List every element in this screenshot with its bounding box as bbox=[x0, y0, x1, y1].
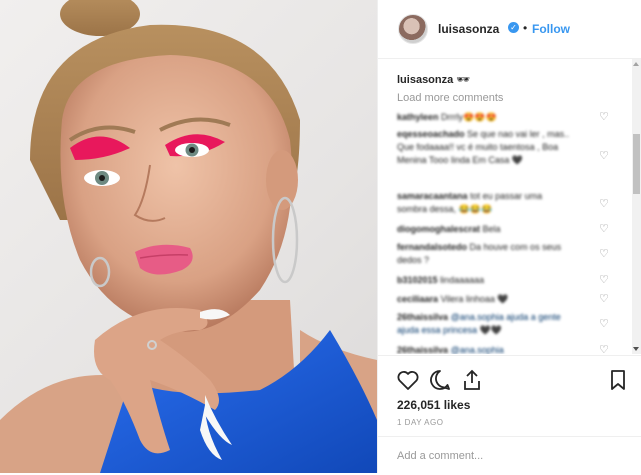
comments-scrollbar[interactable] bbox=[632, 59, 641, 354]
comment-username[interactable]: 26thaissilva bbox=[397, 345, 448, 354]
comment-text: @ana.sophia bbox=[450, 345, 504, 354]
separator-dot: • bbox=[523, 21, 528, 35]
comment-text: Bela bbox=[482, 224, 501, 234]
share-icon[interactable] bbox=[460, 368, 484, 392]
comment-like-heart-icon[interactable]: ♡ bbox=[599, 294, 609, 305]
comment-item: diogomoghalescrat Bela bbox=[397, 223, 597, 236]
comment-item: 26thaissilva @ana.sophia bbox=[397, 344, 597, 354]
add-comment-bar bbox=[378, 436, 641, 475]
comment-username[interactable]: 26thaissilva bbox=[397, 312, 448, 322]
sunglasses-emoji-icon: 🕶 bbox=[456, 74, 471, 86]
comment-item: kathyleen Drrrly😍😍😍 bbox=[397, 111, 597, 124]
username-link[interactable]: luisasonza bbox=[438, 22, 499, 36]
comment-like-heart-icon[interactable]: ♡ bbox=[599, 249, 609, 260]
comment-item: 26thaissilva @ana.sophia ajuda a gente a… bbox=[397, 311, 577, 337]
comment-item: fernandalsotedo Da houve com os seus ded… bbox=[397, 241, 577, 267]
scroll-thumb[interactable] bbox=[633, 134, 640, 194]
caption-username[interactable]: luisasonza bbox=[397, 74, 453, 86]
add-comment-input[interactable] bbox=[397, 447, 617, 465]
comment-username[interactable]: diogomoghalescrat bbox=[397, 224, 480, 234]
verified-badge-icon: ✓ bbox=[508, 22, 519, 33]
heart-icon[interactable] bbox=[396, 368, 420, 392]
scroll-down-arrow-icon[interactable] bbox=[633, 347, 639, 351]
comment-item: eqesseoachado Se que nao vai ler , mas..… bbox=[397, 128, 587, 167]
avatar[interactable] bbox=[398, 14, 428, 44]
post-timestamp: 1 DAY AGO bbox=[397, 418, 444, 427]
follow-button[interactable]: Follow bbox=[532, 22, 570, 36]
comment-username[interactable]: ceciliaara bbox=[397, 294, 438, 304]
comments-list[interactable]: luisasonza 🕶 Load more comments kathylee… bbox=[378, 59, 641, 354]
comment-username[interactable]: eqesseoachado bbox=[397, 129, 465, 139]
comment-item: b3102015 lindaaaaaa bbox=[397, 274, 597, 287]
comment-like-heart-icon[interactable]: ♡ bbox=[599, 112, 609, 123]
likes-count[interactable]: 226,051 likes bbox=[397, 398, 470, 412]
comment-icon[interactable] bbox=[428, 368, 452, 392]
comment-username[interactable]: samaracaantana bbox=[397, 191, 468, 201]
portrait-image bbox=[0, 0, 377, 473]
comment-username[interactable]: kathyleen bbox=[397, 112, 439, 122]
comment-item: samaracaantana tot eu passar uma sombra … bbox=[397, 190, 567, 216]
comment-text: Vilera linhoaa 🖤 bbox=[440, 294, 509, 304]
load-more-comments-button[interactable]: Load more comments bbox=[397, 92, 503, 104]
post-header: luisasonza ✓ • Follow bbox=[378, 0, 641, 59]
comment-like-heart-icon[interactable]: ♡ bbox=[599, 275, 609, 286]
comment-username[interactable]: fernandalsotedo bbox=[397, 242, 467, 252]
post-photo[interactable] bbox=[0, 0, 377, 473]
comment-like-heart-icon[interactable]: ♡ bbox=[599, 151, 609, 162]
post-sidebar: luisasonza ✓ • Follow luisasonza 🕶 Load … bbox=[377, 0, 641, 473]
comment-item: ceciliaara Vilera linhoaa 🖤 bbox=[397, 293, 597, 306]
bookmark-icon[interactable] bbox=[606, 368, 630, 392]
caption: luisasonza 🕶 bbox=[397, 73, 470, 86]
comment-text: Drrrly😍😍😍 bbox=[441, 112, 497, 122]
comment-text: lindaaaaaa bbox=[440, 275, 485, 285]
comment-like-heart-icon[interactable]: ♡ bbox=[599, 345, 609, 355]
comment-like-heart-icon[interactable]: ♡ bbox=[599, 199, 609, 210]
comment-like-heart-icon[interactable]: ♡ bbox=[599, 224, 609, 235]
scroll-up-arrow-icon[interactable] bbox=[633, 62, 639, 66]
post-actions: 226,051 likes 1 DAY AGO bbox=[378, 355, 641, 474]
comment-username[interactable]: b3102015 bbox=[397, 275, 438, 285]
comment-like-heart-icon[interactable]: ♡ bbox=[599, 319, 609, 330]
